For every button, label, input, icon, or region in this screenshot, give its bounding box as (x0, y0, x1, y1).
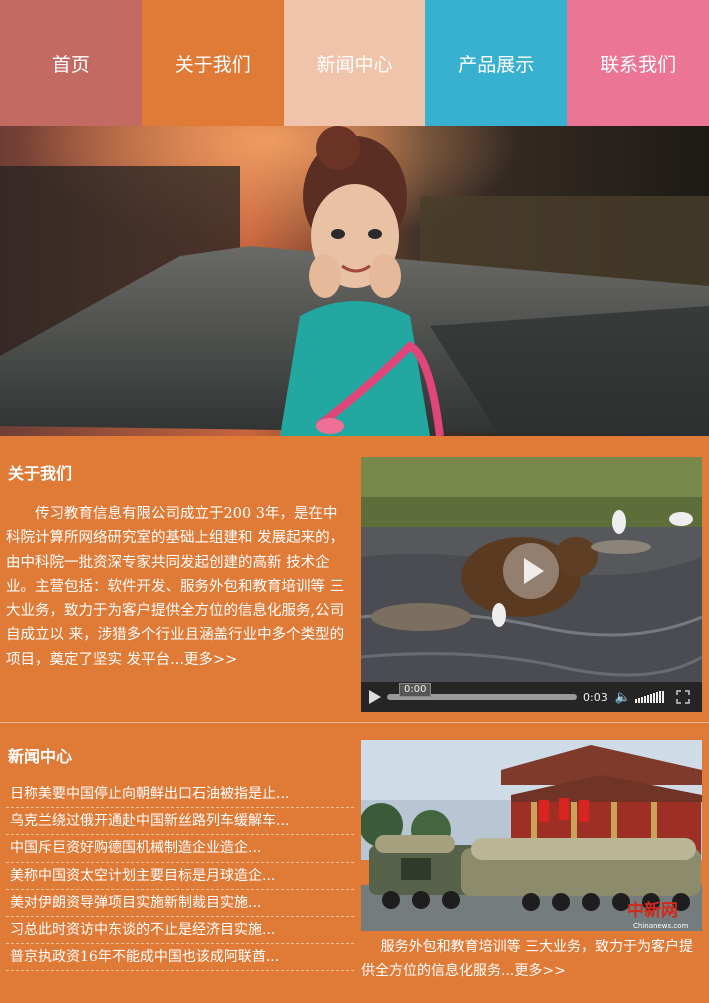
news-item[interactable]: 日称美要中国停止向朝鲜出口石油被指是止... (6, 781, 354, 809)
nav-news-center[interactable]: 新闻中心 (283, 0, 426, 126)
video-controls: 0:00 0:03 🔈 (361, 682, 702, 712)
about-title: 关于我们 (8, 464, 73, 483)
nav-products[interactable]: 产品展示 (425, 0, 568, 126)
news-section: 新闻中心 日称美要中国停止向朝鲜出口石油被指是止... 乌克兰绕过俄开通赴中国新… (0, 722, 709, 1003)
news-photo-watermark-sub: Chinanews.com (633, 922, 688, 930)
news-item[interactable]: 美称中国资太空计划主要目标是月球造企... (6, 863, 354, 890)
news-item[interactable]: 普京执政资16年不能成中国也该成阿联酋... (6, 944, 354, 972)
news-item[interactable]: 乌克兰绕过俄开通赴中国新丝路列车缓解车... (6, 808, 354, 836)
main-nav: 首页 关于我们 新闻中心 产品展示 联系我们 (0, 0, 709, 126)
news-caption: 服务外包和教育培训等 三大业务，致力于为客户提供全方位的信息化服务...更多>> (361, 935, 702, 983)
news-more-link[interactable]: ...更多>> (501, 963, 566, 979)
nav-contact-us[interactable]: 联系我们 (567, 0, 709, 126)
video-current-time: 0:00 (399, 683, 432, 697)
nav-home[interactable]: 首页 (0, 0, 142, 126)
volume-slider[interactable] (635, 691, 671, 703)
video-duration: 0:03 (583, 690, 608, 704)
video-play-overlay-button[interactable] (503, 543, 559, 599)
news-photo-watermark: 中新网 (627, 900, 678, 921)
nav-about-us[interactable]: 关于我们 (141, 0, 284, 126)
news-list: 日称美要中国停止向朝鲜出口石油被指是止... 乌克兰绕过俄开通赴中国新丝路列车缓… (6, 781, 354, 972)
fullscreen-icon[interactable] (671, 682, 695, 712)
hero-banner-image (0, 126, 709, 436)
volume-icon[interactable]: 🔈 (613, 682, 633, 712)
about-section: 关于我们 传习教育信息有限公司成立于200 3年，是在中科院计算所网络研究室的基… (0, 436, 709, 722)
news-item[interactable]: 习总此时资访中东谈的不止是经济目实施... (6, 917, 354, 945)
video-seek-bar[interactable]: 0:00 (387, 683, 577, 700)
about-body-text: 传习教育信息有限公司成立于200 3年，是在中科院计算所网络研究室的基础上组建和… (6, 506, 345, 668)
about-description: 传习教育信息有限公司成立于200 3年，是在中科院计算所网络研究室的基础上组建和… (6, 502, 346, 672)
video-player[interactable]: 0:00 0:03 🔈 (361, 457, 702, 712)
about-more-link[interactable]: ...更多>> (170, 652, 237, 668)
video-play-icon[interactable] (361, 682, 387, 712)
news-title: 新闻中心 (8, 747, 73, 766)
news-photo: 中新网 Chinanews.com (361, 740, 702, 931)
news-item[interactable]: 美对伊朗资导弹项目实施新制裁目实施... (6, 890, 354, 917)
news-item[interactable]: 中国斥巨资好购德国机械制造企业造企... (6, 835, 354, 863)
